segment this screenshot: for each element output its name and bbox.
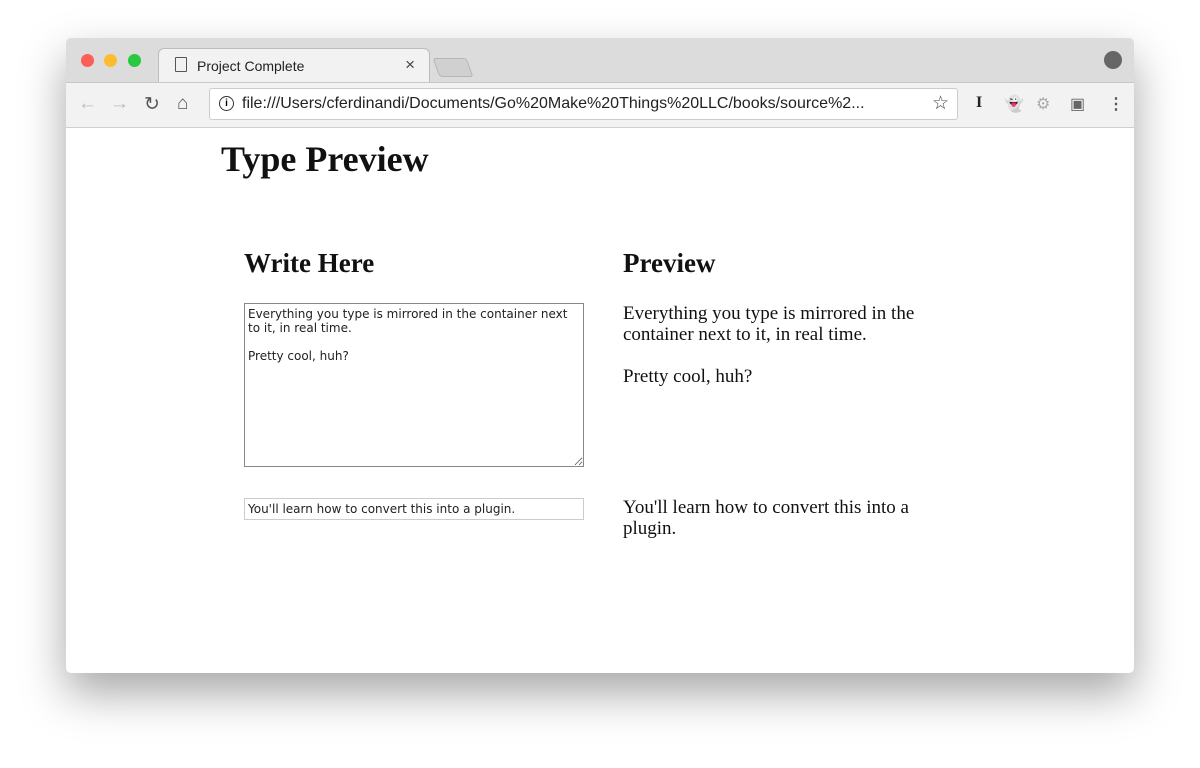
info-icon[interactable]: i — [219, 96, 234, 111]
tab-title: Project Complete — [197, 58, 305, 74]
address-bar[interactable]: i file:///Users/cferdinandi/Documents/Go… — [209, 88, 958, 120]
browser-window: Project Complete × ← → ↻ ⌂ i file:///Use… — [66, 38, 1134, 673]
tab-project-complete[interactable]: Project Complete × — [158, 48, 430, 83]
preview-text-1: Everything you type is mirrored in the c… — [623, 303, 915, 387]
menu-icon[interactable]: ⋮ — [1108, 94, 1124, 114]
write-textarea[interactable]: Everything you type is mirrored in the c… — [244, 303, 584, 467]
preview-heading: Preview — [623, 248, 716, 278]
tab-bar: Project Complete × — [66, 38, 1134, 83]
maximize-window-button[interactable] — [128, 54, 141, 67]
home-icon[interactable]: ⌂ — [177, 93, 188, 115]
extension-i-icon[interactable]: I — [976, 94, 982, 112]
forward-icon[interactable]: → — [110, 93, 129, 115]
page-title: Type Preview — [221, 139, 429, 179]
back-icon[interactable]: ← — [78, 93, 97, 115]
new-tab-button[interactable] — [432, 58, 474, 77]
write-input[interactable] — [244, 498, 584, 520]
minimize-window-button[interactable] — [104, 54, 117, 67]
close-tab-icon[interactable]: × — [405, 55, 415, 75]
plug-extension-icon[interactable]: ▣ — [1070, 94, 1085, 114]
write-heading: Write Here — [244, 248, 375, 278]
bookmark-star-icon[interactable]: ☆ — [932, 92, 949, 115]
ghost-extension-icon[interactable]: 👻 — [1004, 94, 1024, 114]
gear-extension-icon[interactable]: ⚙ — [1036, 94, 1050, 114]
close-window-button[interactable] — [81, 54, 94, 67]
document-icon — [175, 57, 187, 72]
preview-text-2: You'll learn how to convert this into a … — [623, 497, 914, 539]
account-icon[interactable] — [1104, 51, 1122, 69]
reload-icon[interactable]: ↻ — [144, 93, 160, 116]
toolbar: ← → ↻ ⌂ i file:///Users/cferdinandi/Docu… — [66, 82, 1134, 128]
url-text[interactable]: file:///Users/cferdinandi/Documents/Go%2… — [242, 95, 865, 113]
